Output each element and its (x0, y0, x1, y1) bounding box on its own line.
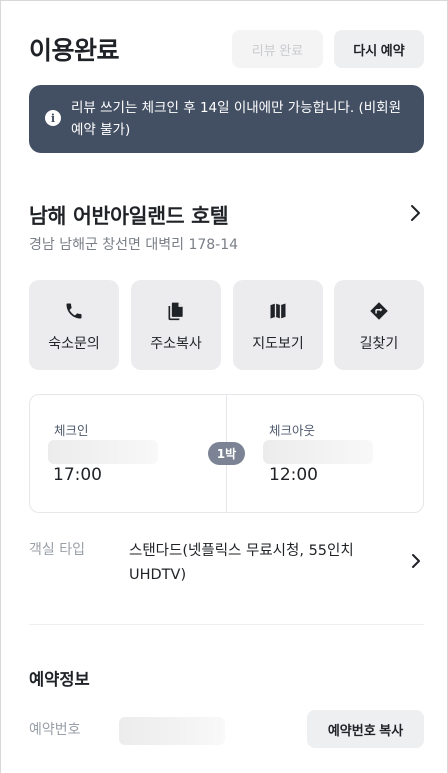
checkin-label: 체크인 (54, 423, 89, 438)
rebook-button[interactable]: 다시 예약 (334, 30, 424, 68)
page-title: 이용완료 (29, 36, 120, 65)
action-label: 주소복사 (150, 336, 202, 352)
copy-icon (168, 302, 183, 321)
action-label: 길찾기 (359, 336, 399, 352)
reservation-number-redacted (119, 717, 225, 745)
hotel-name[interactable]: 남해 어반아일랜드 호텔 (29, 199, 229, 229)
directions-button[interactable]: 길찾기 (334, 280, 424, 370)
contact-hotel-button[interactable]: 숙소문의 (29, 280, 119, 370)
copy-address-button[interactable]: 주소복사 (131, 280, 221, 370)
section-divider (29, 624, 424, 625)
hotel-address: 경남 남해군 창선면 대벽리 178-14 (29, 237, 239, 253)
notice-text: 리뷰 쓰기는 체크인 후 14일 이내에만 가능합니다. (비회원예약 불가) (71, 100, 402, 138)
room-type-value[interactable]: 스탠다드(넷플릭스 무료시청, 55인치UHDTV) (129, 539, 399, 587)
checkin-date-redacted (48, 440, 158, 464)
copy-reservation-number-button[interactable]: 예약번호 복사 (307, 710, 424, 748)
phone-icon (66, 303, 82, 319)
reservation-number-label: 예약번호 (29, 722, 81, 738)
chevron-right-icon[interactable] (410, 552, 422, 570)
info-icon: i (45, 110, 61, 126)
room-type-label: 객실 타입 (29, 542, 85, 558)
nights-badge: 1박 (208, 442, 245, 465)
checkout-date-redacted (263, 440, 373, 464)
review-complete-button[interactable]: 리뷰 완료 (232, 30, 323, 68)
checkout-time: 12:00 (269, 465, 318, 485)
reservation-info-title: 예약정보 (29, 670, 90, 689)
map-icon (270, 303, 286, 319)
app-screen: 이용완료 리뷰 완료 다시 예약 i 리뷰 쓰기는 체크인 후 14일 이내에만… (0, 0, 448, 773)
checkout-label: 체크아웃 (269, 423, 316, 438)
review-notice-banner: i 리뷰 쓰기는 체크인 후 14일 이내에만 가능합니다. (비회원예약 불가… (29, 85, 424, 153)
checkin-time: 17:00 (53, 465, 102, 485)
directions-icon (370, 302, 388, 320)
action-label: 지도보기 (252, 336, 304, 352)
action-label: 숙소문의 (48, 336, 100, 352)
chevron-right-icon[interactable] (407, 203, 423, 223)
view-map-button[interactable]: 지도보기 (233, 280, 323, 370)
